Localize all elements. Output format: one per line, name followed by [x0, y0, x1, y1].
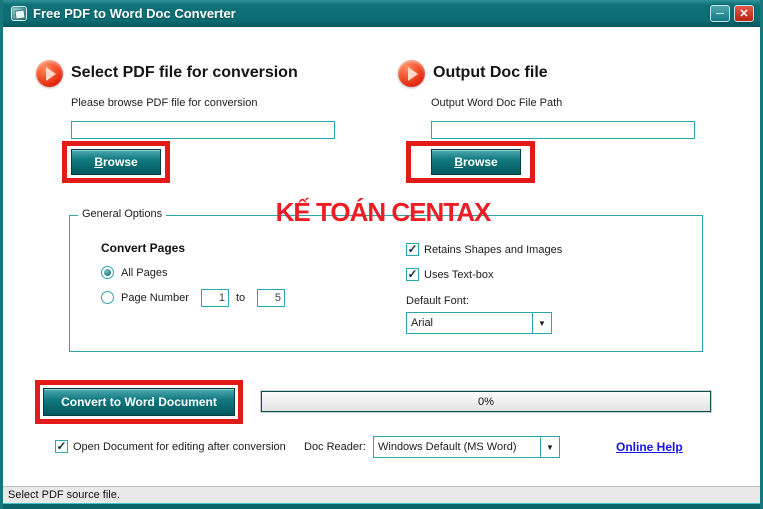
chevron-down-icon[interactable]: ▼: [532, 313, 551, 333]
uses-textbox-label: Uses Text-box: [424, 269, 494, 281]
window-title: Free PDF to Word Doc Converter: [33, 6, 236, 21]
doc-section-heading: Output Doc file: [433, 64, 548, 81]
general-options-group: General Options: [69, 208, 703, 352]
general-options-legend: General Options: [78, 208, 167, 220]
uses-textbox-checkbox[interactable]: ✓: [406, 268, 419, 281]
status-bar: Select PDF source file.: [3, 486, 760, 503]
doc-path-input[interactable]: [431, 121, 695, 139]
page-number-radio[interactable]: [101, 291, 114, 304]
title-bar: Free PDF to Word Doc Converter ─ ✕: [3, 0, 760, 27]
page-from-input[interactable]: [201, 289, 229, 307]
app-icon: [11, 6, 27, 21]
highlight-box-browse-doc: [406, 141, 535, 183]
check-icon: ✓: [407, 267, 418, 281]
open-document-label: Open Document for editing after conversi…: [73, 441, 286, 453]
check-icon: ✓: [56, 439, 67, 453]
bottom-border-strip: [3, 503, 760, 509]
doc-section-label: Output Word Doc File Path: [431, 97, 563, 109]
doc-reader-value: Windows Default (MS Word): [378, 441, 517, 453]
default-font-value: Arial: [411, 317, 434, 329]
open-document-checkbox[interactable]: ✓: [55, 440, 68, 453]
page-to-input[interactable]: [257, 289, 285, 307]
section-arrow-icon: [36, 60, 63, 87]
retains-shapes-checkbox[interactable]: ✓: [406, 243, 419, 256]
close-button[interactable]: ✕: [734, 5, 754, 22]
pdf-section-heading: Select PDF file for conversion: [71, 64, 298, 81]
minimize-button[interactable]: ─: [710, 5, 730, 22]
retains-shapes-label: Retains Shapes and Images: [424, 244, 563, 256]
online-help-link[interactable]: Online Help: [616, 440, 683, 454]
doc-reader-dropdown[interactable]: Windows Default (MS Word) ▼: [373, 436, 560, 458]
progress-value: 0%: [478, 395, 494, 408]
pdf-path-input[interactable]: [71, 121, 335, 139]
close-icon: ✕: [739, 8, 749, 20]
highlight-box-convert: [35, 380, 243, 424]
highlight-box-browse-pdf: [62, 141, 170, 183]
default-font-dropdown[interactable]: Arial ▼: [406, 312, 552, 334]
page-number-label: Page Number: [121, 292, 189, 304]
to-label: to: [236, 292, 246, 304]
doc-reader-label: Doc Reader:: [304, 441, 366, 453]
watermark-text: KẾ TOÁN CENTAX: [275, 197, 492, 227]
progress-bar: 0%: [261, 391, 711, 412]
default-font-label: Default Font:: [406, 295, 469, 307]
check-icon: ✓: [407, 242, 418, 256]
convert-pages-label: Convert Pages: [101, 241, 186, 255]
all-pages-radio[interactable]: [101, 266, 114, 279]
all-pages-label: All Pages: [121, 267, 168, 279]
minimize-icon: ─: [716, 7, 724, 20]
app-window: Free PDF to Word Doc Converter ─ ✕ Selec…: [0, 0, 763, 509]
status-text: Select PDF source file.: [8, 489, 120, 501]
section-arrow-icon: [398, 60, 425, 87]
chevron-down-icon[interactable]: ▼: [540, 437, 559, 457]
pdf-section-label: Please browse PDF file for conversion: [71, 97, 258, 109]
